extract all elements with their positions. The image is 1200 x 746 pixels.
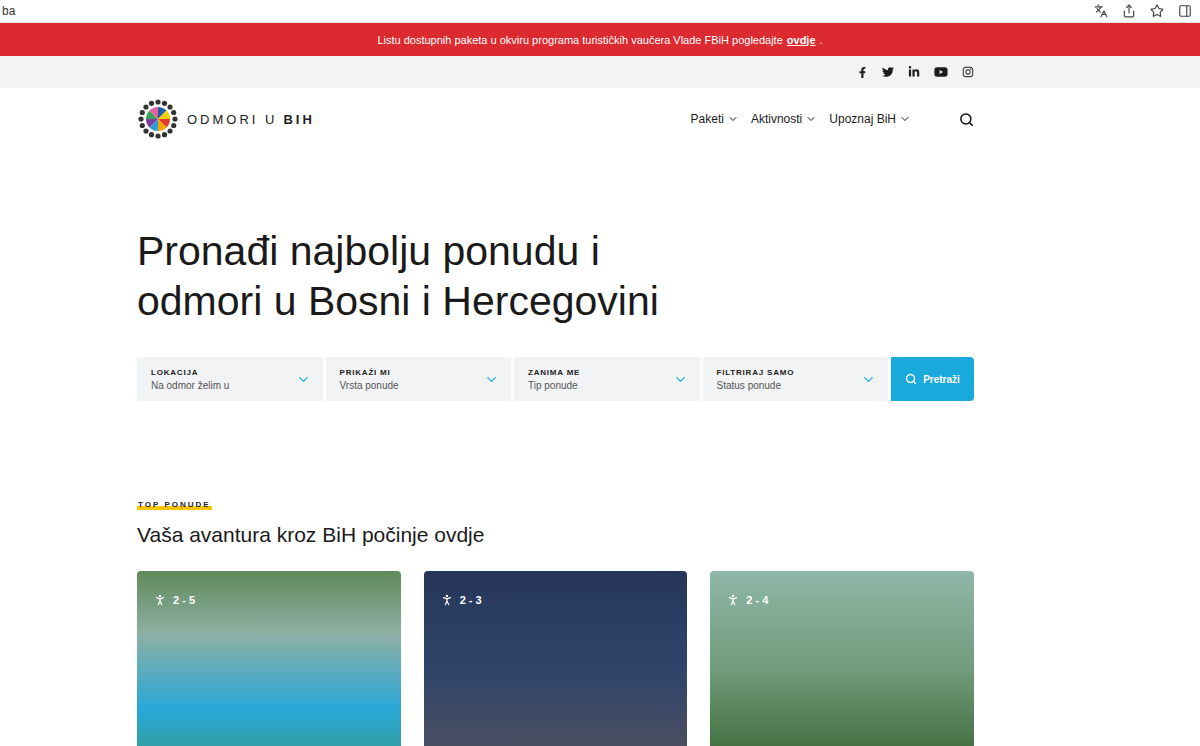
search-icon: [959, 112, 974, 127]
guests-count: 2 - 3: [460, 594, 482, 606]
sidebar-icon[interactable]: [1178, 4, 1192, 18]
hero: Pronađi najbolju ponudu iodmori u Bosni …: [137, 150, 974, 401]
page: ba Listu dostupnih paketa u okviru progra…: [0, 0, 1200, 746]
field-label: FILTRIRAJ SAMO: [717, 368, 795, 377]
guests-badge: 2 - 3: [440, 593, 482, 607]
nav-item[interactable]: Aktivnosti: [751, 112, 817, 126]
hero-line: odmori u Bosni i Hercegovini: [137, 276, 974, 326]
field-placeholder: Na odmor želim u: [151, 380, 229, 391]
search-field[interactable]: LOKACIJA Na odmor želim u: [137, 357, 323, 401]
guests-badge: 2 - 5: [153, 593, 195, 607]
field-text: FILTRIRAJ SAMO Status ponude: [717, 368, 795, 391]
field-placeholder: Status ponude: [717, 380, 795, 391]
field-placeholder: Tip ponude: [528, 380, 580, 391]
site-header: ODMORI UBIH Paketi Aktivnosti Upoznaj BiH: [137, 88, 974, 150]
search-icon: [905, 373, 917, 385]
nav-item[interactable]: Paketi: [691, 112, 739, 126]
nav-item[interactable]: Upoznaj BiH: [829, 112, 911, 126]
field-text: PRIKAŽI MI Vrsta ponude: [340, 368, 399, 391]
chevron-down-icon: [673, 372, 688, 387]
main-nav: Paketi Aktivnosti Upoznaj BiH: [691, 112, 974, 127]
chevron-down-icon: [899, 113, 911, 125]
section-title: Vaša avantura kroz BiH počinje ovdje: [137, 523, 974, 547]
logo-bold: BIH: [283, 112, 314, 127]
offer-card[interactable]: 2 - 4: [710, 571, 974, 746]
logo-icon: [137, 98, 179, 140]
chevron-down-icon: [861, 372, 876, 387]
field-text: LOKACIJA Na odmor želim u: [151, 368, 229, 391]
logo-text: ODMORI UBIH: [187, 112, 315, 127]
browser-bar: ba: [0, 0, 1200, 23]
offer-cards: 2 - 5 2 - 3 2 - 4: [137, 571, 974, 746]
section-eyebrow: TOP PONUDE: [137, 500, 212, 510]
search-field[interactable]: ZANIMA ME Tip ponude: [514, 357, 700, 401]
banner-link[interactable]: ovdje: [787, 34, 816, 46]
search-bar: LOKACIJA Na odmor želim u PRIKAŽI MI Vrsta …: [137, 357, 974, 401]
social-bar: [0, 56, 1200, 88]
top-offers: TOP PONUDE Vaša avantura kroz BiH počinje…: [137, 401, 974, 746]
social-row: [137, 56, 974, 88]
field-label: LOKACIJA: [151, 368, 229, 377]
chevron-down-icon: [727, 113, 739, 125]
chevron-down-icon: [805, 113, 817, 125]
search-field[interactable]: FILTRIRAJ SAMO Status ponude: [703, 357, 889, 401]
star-icon[interactable]: [1150, 4, 1164, 18]
share-icon[interactable]: [1122, 4, 1136, 18]
banner-text: Listu dostupnih paketa u okviru programa…: [377, 34, 782, 46]
field-label: PRIKAŽI MI: [340, 368, 399, 377]
offer-card[interactable]: 2 - 5: [137, 571, 401, 746]
facebook-icon[interactable]: [857, 67, 868, 78]
guests-count: 2 - 4: [746, 594, 768, 606]
offer-card[interactable]: 2 - 3: [424, 571, 688, 746]
twitter-icon[interactable]: [882, 66, 894, 78]
search-submit-button[interactable]: Pretraži: [891, 357, 974, 401]
instagram-icon[interactable]: [962, 66, 974, 78]
youtube-icon[interactable]: [934, 65, 948, 79]
chevron-down-icon: [296, 372, 311, 387]
guests-badge: 2 - 4: [726, 593, 768, 607]
translate-icon[interactable]: [1094, 4, 1108, 18]
linkedin-icon[interactable]: [908, 66, 920, 78]
guests-count: 2 - 5: [173, 594, 195, 606]
hero-title: Pronađi najbolju ponudu iodmori u Bosni …: [137, 226, 974, 326]
field-placeholder: Vrsta ponude: [340, 380, 399, 391]
banner-after: .: [820, 34, 823, 46]
chevron-down-icon: [484, 372, 499, 387]
logo[interactable]: ODMORI UBIH: [137, 98, 315, 140]
search-button[interactable]: [959, 112, 974, 127]
field-label: ZANIMA ME: [528, 368, 580, 377]
search-field[interactable]: PRIKAŽI MI Vrsta ponude: [326, 357, 512, 401]
person-icon: [153, 593, 167, 607]
field-text: ZANIMA ME Tip ponude: [528, 368, 580, 391]
url-text[interactable]: ba: [2, 4, 15, 18]
browser-actions: [1094, 4, 1192, 18]
announcement-banner: Listu dostupnih paketa u okviru programa…: [0, 23, 1200, 56]
person-icon: [726, 593, 740, 607]
hero-line: Pronađi najbolju ponudu i: [137, 226, 974, 276]
person-icon: [440, 593, 454, 607]
